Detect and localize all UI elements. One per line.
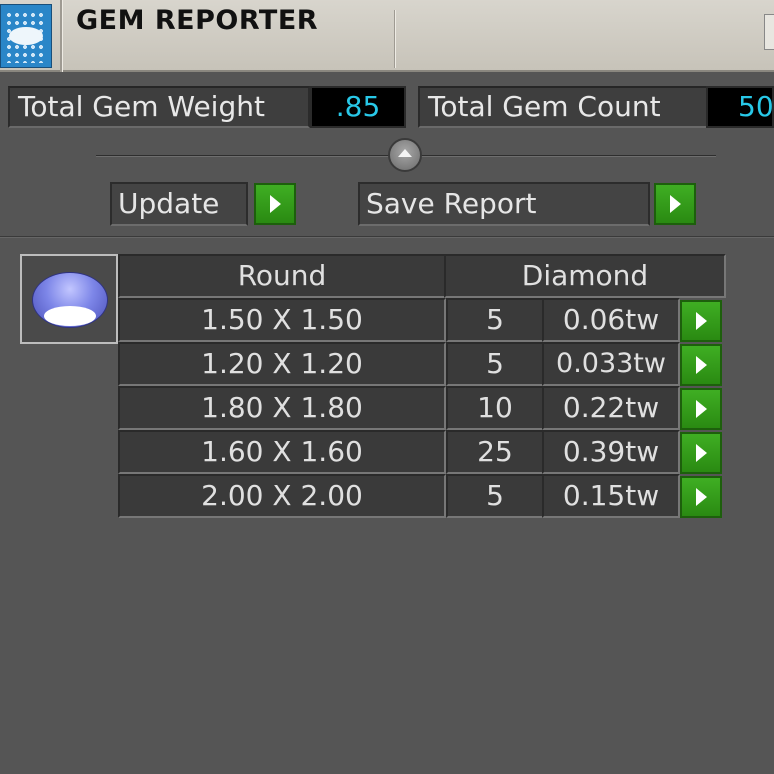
chevron-up-icon	[398, 149, 412, 157]
weight-cell: 0.15tw	[542, 474, 680, 518]
weight-cell: 0.033tw	[542, 342, 680, 386]
collapse-toggle[interactable]	[388, 138, 422, 172]
size-cell: 1.80 X 1.80	[118, 386, 446, 430]
row-select-button[interactable]	[680, 388, 722, 430]
app-title: GEM REPORTER	[76, 5, 319, 36]
play-icon	[696, 356, 707, 374]
play-icon	[270, 195, 281, 213]
gem-reporter-app-icon[interactable]	[0, 4, 52, 68]
play-icon	[696, 444, 707, 462]
count-cell: 5	[446, 342, 544, 386]
weight-cell: 0.22tw	[542, 386, 680, 430]
play-icon	[696, 400, 707, 418]
size-cell: 1.20 X 1.20	[118, 342, 446, 386]
count-cell: 10	[446, 386, 544, 430]
count-cell: 25	[446, 430, 544, 474]
toolbar-divider	[0, 236, 774, 238]
size-cell: 1.50 X 1.50	[118, 298, 446, 342]
title-separator	[60, 0, 63, 72]
weight-cell: 0.39tw	[542, 430, 680, 474]
count-cell: 5	[446, 298, 544, 342]
total-weight-value: .85	[310, 86, 406, 128]
save-report-label: Save Report	[358, 182, 650, 226]
total-count-value: 50	[706, 86, 774, 128]
row-select-button[interactable]	[680, 476, 722, 518]
title-separator-2	[394, 10, 396, 68]
play-icon	[696, 312, 707, 330]
gem-thumbnail[interactable]	[20, 254, 118, 344]
update-label: Update	[110, 182, 248, 226]
update-button[interactable]	[254, 183, 296, 225]
window-control[interactable]	[764, 14, 774, 50]
play-icon	[670, 195, 681, 213]
row-select-button[interactable]	[680, 300, 722, 342]
total-count-label: Total Gem Count	[418, 86, 708, 128]
size-cell: 1.60 X 1.60	[118, 430, 446, 474]
row-select-button[interactable]	[680, 344, 722, 386]
title-bar: GEM REPORTER	[0, 0, 774, 72]
size-cell: 2.00 X 2.00	[118, 474, 446, 518]
save-report-button[interactable]	[654, 183, 696, 225]
play-icon	[696, 488, 707, 506]
row-select-button[interactable]	[680, 432, 722, 474]
shape-header: Round	[118, 254, 446, 298]
count-cell: 5	[446, 474, 544, 518]
material-header: Diamond	[444, 254, 726, 298]
weight-cell: 0.06tw	[542, 298, 680, 342]
total-weight-label: Total Gem Weight	[8, 86, 310, 128]
